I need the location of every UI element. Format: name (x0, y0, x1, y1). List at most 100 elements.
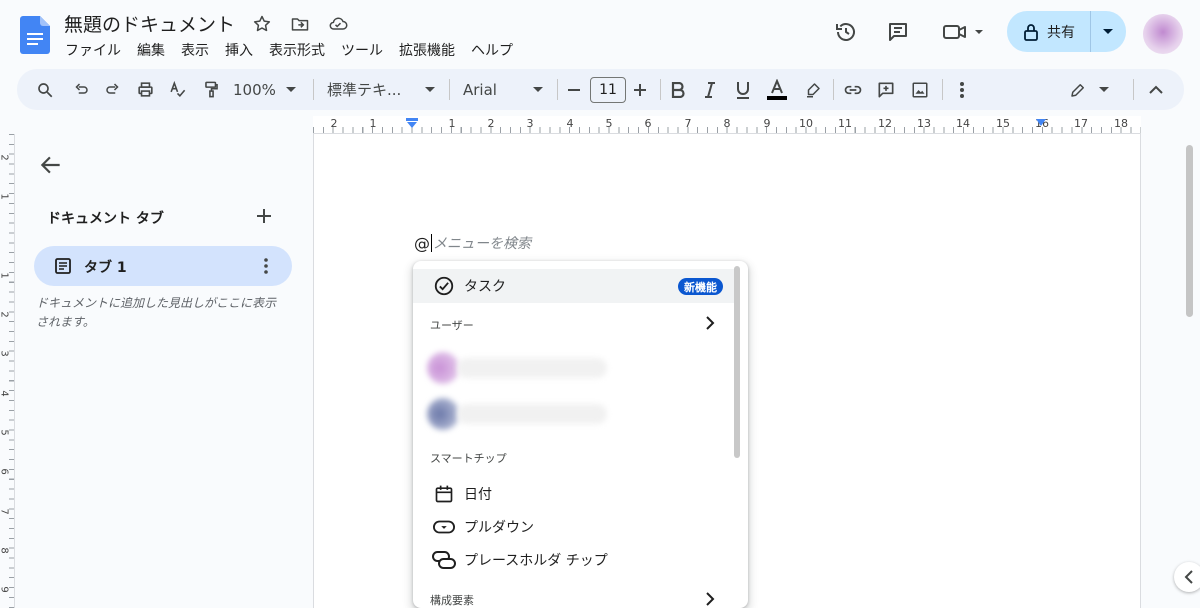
version-history-icon[interactable] (832, 18, 860, 46)
at-mention-input[interactable]: @ メニューを検索 (414, 233, 531, 253)
page-scrollbar[interactable] (1186, 145, 1193, 317)
title-bar: 無題のドキュメント ファイル 編集 表示 挿入 表示形式 ツール 拡張機能 ヘル… (0, 0, 1200, 68)
text-cursor (431, 234, 432, 252)
user-suggestion-1[interactable] (427, 348, 607, 388)
decrease-font-size-icon[interactable] (565, 69, 583, 110)
document-tabs-sidebar: ドキュメント タブ タブ 1 ドキュメントに追加した見出しがここに表示されます。 (16, 134, 306, 608)
paint-format-icon[interactable] (199, 69, 223, 110)
insert-link-icon[interactable] (841, 69, 865, 110)
text-color-icon[interactable] (765, 69, 789, 110)
right-indent-marker-icon[interactable] (1035, 118, 1047, 128)
ruler-label: 6 (644, 117, 652, 130)
tab-more-options-icon[interactable] (256, 256, 276, 276)
share-main[interactable]: 共有 (1007, 11, 1091, 52)
zoom-select[interactable]: 100% (233, 69, 299, 110)
caret-down-icon (1099, 86, 1109, 92)
undo-icon[interactable] (69, 69, 93, 110)
font-size-input[interactable]: 11 (590, 77, 626, 103)
hide-menus-icon[interactable] (1145, 69, 1167, 110)
ruler-label: 2 (330, 117, 338, 130)
underline-icon[interactable] (732, 69, 754, 110)
placeholder-chip-icon (432, 548, 456, 572)
share-button[interactable]: 共有 (1007, 11, 1126, 52)
menu-view[interactable]: 表示 (181, 40, 209, 60)
redo-icon[interactable] (101, 69, 125, 110)
ruler-label: 2 (487, 117, 495, 130)
calendar-icon (432, 482, 456, 506)
caret-down-icon (1103, 28, 1113, 34)
user-name-blurred (457, 358, 607, 378)
ruler-label: 11 (838, 117, 852, 130)
ruler-label: 2 (0, 311, 10, 317)
chevron-right-icon[interactable] (701, 314, 719, 332)
style-select[interactable]: 標準テキ... (327, 69, 435, 110)
ruler-label: 7 (684, 117, 692, 130)
search-menu-placeholder: メニューを検索 (433, 236, 531, 252)
date-label: 日付 (464, 487, 492, 503)
zoom-value: 100% (233, 80, 276, 99)
menu-help[interactable]: ヘルプ (471, 40, 513, 60)
italic-icon[interactable] (699, 69, 721, 110)
menu-edit[interactable]: 編集 (137, 40, 165, 60)
ruler-label: 3 (0, 350, 10, 356)
share-dropdown[interactable] (1091, 11, 1125, 52)
spellcheck-icon[interactable] (165, 69, 189, 110)
menu-extensions[interactable]: 拡張機能 (399, 40, 455, 60)
show-side-panel-button[interactable] (1174, 562, 1200, 592)
document-icon (55, 258, 71, 274)
editing-mode-select[interactable] (1069, 69, 1109, 110)
document-title[interactable]: 無題のドキュメント (64, 10, 235, 37)
vertical-ruler[interactable]: 2 1 1 2 3 4 5 6 7 8 9 (0, 134, 15, 608)
ruler-label: 5 (605, 117, 613, 130)
ruler-label: 7 (0, 508, 10, 514)
placeholder-chip-item[interactable]: プレースホルダ チップ (413, 543, 735, 577)
horizontal-ruler[interactable]: 2 1 1 2 3 4 5 6 7 8 9 10 11 12 13 14 15 … (313, 116, 1141, 134)
more-options-icon[interactable] (951, 69, 973, 110)
add-tab-icon[interactable] (254, 206, 274, 226)
star-icon[interactable] (250, 12, 274, 36)
sidebar-hint: ドキュメントに追加した見出しがここに表示されます。 (36, 296, 277, 329)
tabs-title: ドキュメント タブ (47, 211, 164, 227)
tab-item-1[interactable]: タブ 1 (34, 246, 292, 286)
users-section-label: ユーザー (430, 319, 474, 332)
menu-bar: ファイル 編集 表示 挿入 表示形式 ツール 拡張機能 ヘルプ (65, 40, 513, 60)
back-arrow-icon[interactable] (38, 152, 64, 178)
ruler-label: 10 (799, 117, 813, 130)
ruler-label: 14 (956, 117, 970, 130)
ruler-label: 17 (1074, 117, 1088, 130)
menu-format[interactable]: 表示形式 (269, 40, 325, 60)
menu-tools[interactable]: ツール (341, 40, 383, 60)
new-feature-badge: 新機能 (678, 278, 723, 295)
highlight-color-icon[interactable] (801, 69, 825, 110)
print-icon[interactable] (133, 69, 157, 110)
ruler-label: 4 (566, 117, 574, 130)
user-suggestion-2[interactable] (427, 394, 607, 434)
ruler-label: 12 (878, 117, 892, 130)
dropdown-chip-item[interactable]: プルダウン (413, 510, 735, 544)
bold-icon[interactable] (667, 69, 689, 110)
chevron-right-icon[interactable] (701, 590, 719, 608)
cloud-saved-icon[interactable] (326, 12, 350, 36)
left-indent-marker-icon[interactable] (406, 118, 418, 128)
ruler-label: 2 (0, 154, 10, 160)
account-avatar[interactable] (1143, 14, 1183, 54)
caret-down-icon (425, 86, 435, 92)
search-menus-icon[interactable] (33, 69, 57, 110)
meet-icon[interactable] (942, 18, 988, 46)
ruler-label: 5 (0, 429, 10, 435)
chevron-left-icon (1184, 570, 1193, 584)
menu-insert[interactable]: 挿入 (225, 40, 253, 60)
caret-down-icon (533, 86, 543, 92)
move-folder-icon[interactable] (288, 12, 312, 36)
date-chip-item[interactable]: 日付 (413, 477, 735, 511)
menu-file[interactable]: ファイル (65, 40, 121, 60)
menu-scrollbar[interactable] (734, 266, 740, 458)
placeholder-chip-label: プレースホルダ チップ (464, 553, 608, 569)
add-comment-icon[interactable] (874, 69, 898, 110)
user-name-blurred (457, 404, 607, 424)
docs-logo-icon[interactable] (20, 16, 50, 54)
increase-font-size-icon[interactable] (631, 69, 649, 110)
comments-icon[interactable] (884, 18, 912, 46)
font-select[interactable]: Arial (463, 69, 543, 110)
insert-image-icon[interactable] (908, 69, 932, 110)
